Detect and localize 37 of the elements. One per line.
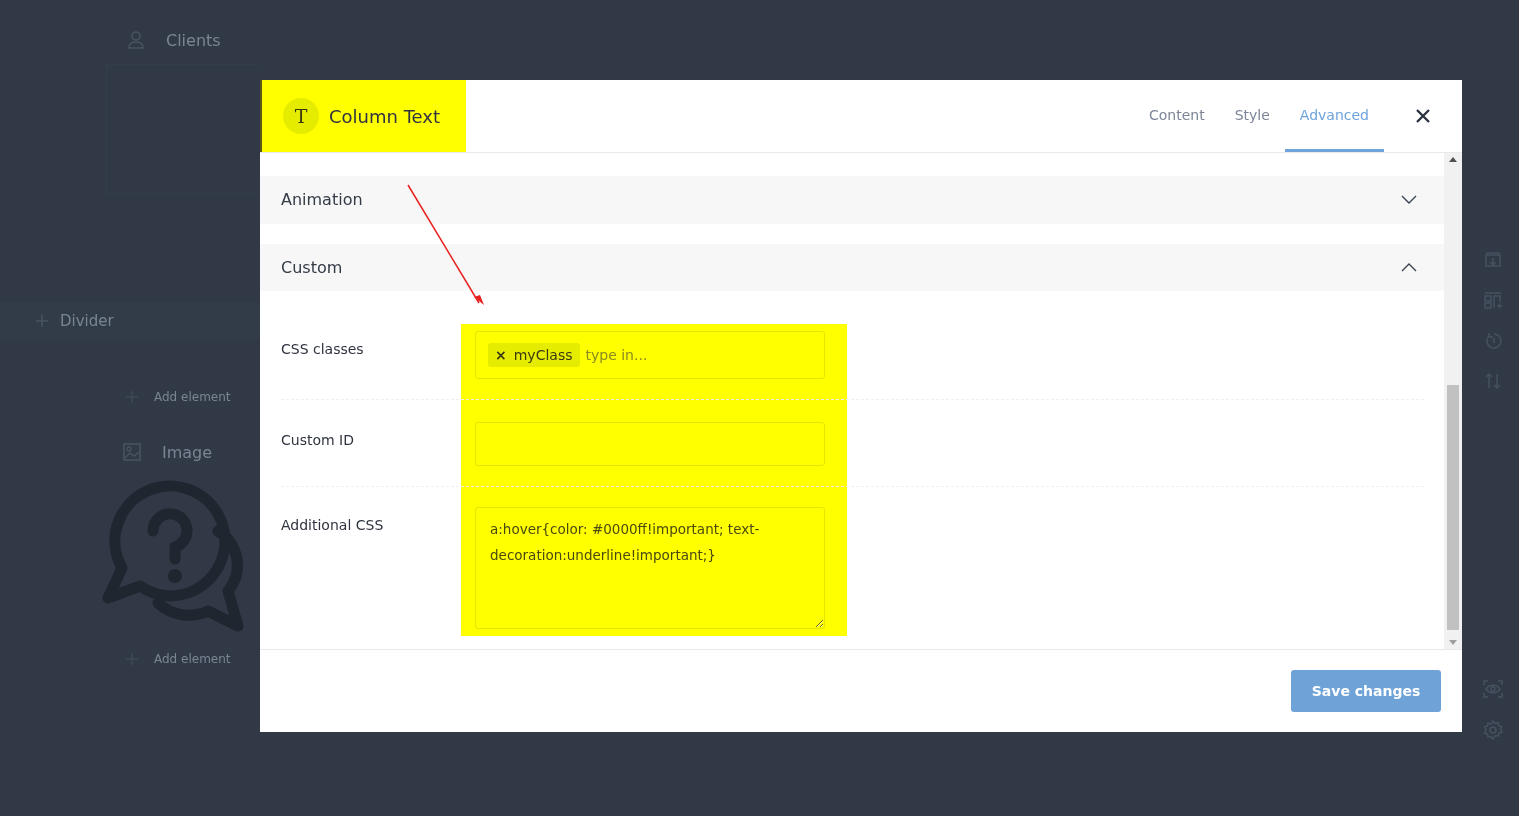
element-label: Image xyxy=(162,442,213,462)
tag-label: myClass xyxy=(513,347,573,363)
chevron-up-icon xyxy=(1401,262,1417,272)
tab[interactable]: Advanced xyxy=(1284,80,1384,152)
dialog-title: Column Text xyxy=(329,105,441,127)
scroll-thumb[interactable] xyxy=(1447,385,1459,630)
code-field[interactable]: a:hover{color: #0000ff!important; text-decoration:underline!important;} xyxy=(475,507,825,629)
tab[interactable]: Style xyxy=(1219,80,1285,152)
layout-icon xyxy=(1484,292,1502,310)
image-icon xyxy=(122,442,142,462)
input-field[interactable] xyxy=(475,422,825,466)
close-icon xyxy=(1416,109,1430,123)
add-element-link[interactable]: Add element xyxy=(154,652,231,666)
arrow-down-icon xyxy=(1449,640,1457,645)
download-icon xyxy=(1484,252,1502,270)
arrow-up-icon xyxy=(1449,157,1457,162)
tab[interactable]: Content xyxy=(1134,80,1220,152)
remove-tag-button[interactable]: × xyxy=(495,347,507,363)
section-header[interactable]: Animation xyxy=(260,176,1444,224)
sort-icon xyxy=(1484,372,1502,390)
history-icon xyxy=(1484,332,1502,350)
scrollbar[interactable] xyxy=(1444,153,1462,649)
add-element-link[interactable]: Add element xyxy=(154,390,231,404)
settings-icon xyxy=(1483,720,1503,740)
element-label: Clients xyxy=(166,30,221,50)
divider-label: Divider xyxy=(60,312,114,330)
field-label: CSS classes xyxy=(281,340,365,357)
field-label: Additional CSS xyxy=(281,516,385,533)
person-icon xyxy=(126,30,146,50)
tag-input[interactable]: type in... xyxy=(583,346,704,364)
tags-field[interactable]: × myClass type in... xyxy=(475,331,825,379)
save-button[interactable]: Save changes xyxy=(1291,670,1441,712)
chevron-down-icon xyxy=(1401,195,1417,205)
section-header[interactable]: Custom xyxy=(260,243,1444,291)
field-label: Custom ID xyxy=(281,431,355,448)
text-icon: T xyxy=(283,98,319,134)
eye-icon xyxy=(1483,680,1503,698)
